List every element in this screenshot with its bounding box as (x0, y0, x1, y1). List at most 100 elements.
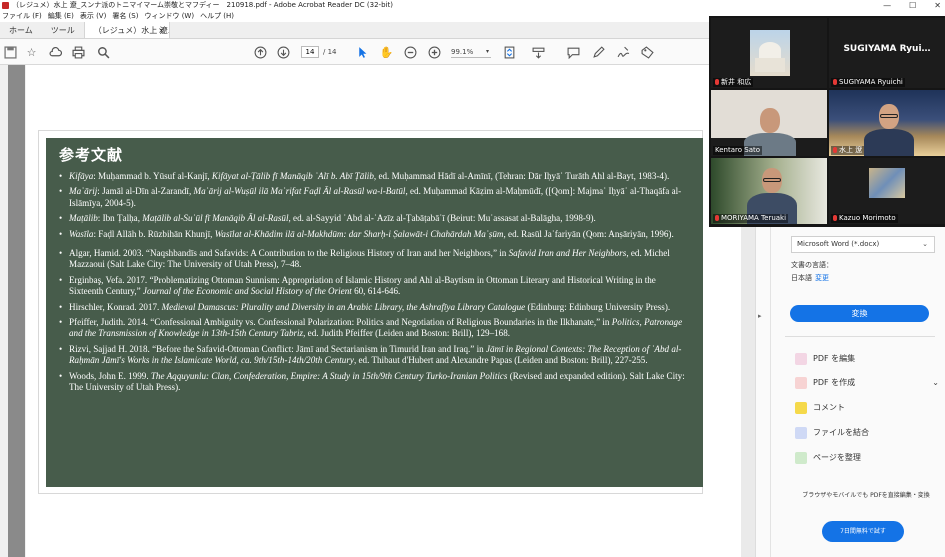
menu-edit[interactable]: 編集 (E) (48, 11, 74, 22)
document-language-label: 文書の言語： (791, 261, 833, 269)
participant-glasses (763, 178, 781, 182)
tab-close-icon[interactable]: × (158, 22, 165, 38)
participant-name-label: Kentaro Sato (713, 146, 763, 155)
reference-part: Rizvi, Sajjad H. 2018. “Before the Safav… (69, 343, 486, 354)
document-viewer[interactable]: 参考文献 Kifāya: Muḥammad b. Yūsuf al-Kanjī,… (0, 65, 755, 557)
tool-create-pdf[interactable]: PDF を作成 ⌄ (795, 376, 945, 390)
search-icon[interactable] (96, 45, 111, 59)
document-language-value: 日本語 (791, 274, 812, 282)
page-down-icon[interactable] (276, 45, 291, 59)
menu-sign[interactable]: 署名 (S) (112, 11, 138, 22)
zoom-gallery-overlay[interactable]: 新井 和広 SUGIYAMA Ryui… SUGIYAMA Ryuichi Ke… (709, 16, 945, 227)
viewer-left-gutter (8, 65, 25, 557)
participant-tile-arai[interactable]: 新井 和広 (711, 18, 827, 88)
page-number-input[interactable]: 14 (301, 46, 319, 58)
tool-create-pdf-label: PDF を作成 (813, 378, 856, 387)
participant-name-label: MORIYAMA Teruaki (713, 214, 789, 223)
reference-part: Maṭālib al-Suʾūl fī Manāqib Āl al-Rasūl (142, 213, 289, 224)
maximize-button[interactable]: ☐ (909, 0, 916, 11)
convert-format-value: Microsoft Word (*.docx) (797, 240, 880, 248)
reference-part: Safavid Iran and Her Neighbors (508, 248, 627, 259)
tab-document[interactable]: （レジュメ）水上 遼… × (83, 22, 170, 38)
document-language: 日本語 変更 (791, 273, 829, 283)
comment-icon[interactable] (566, 45, 581, 59)
reference-item: Maṭālib: Ibn Ṭalḥa, Maṭālib al-Suʾūl fī … (58, 213, 691, 225)
highlight-pen-icon[interactable] (591, 45, 606, 59)
menu-window[interactable]: ウィンドウ (W) (144, 11, 194, 22)
reference-part: : Muḥammad b. Yūsuf al-Kanjī, (93, 171, 212, 181)
comment-tool-icon (795, 402, 807, 414)
hand-tool-icon[interactable]: ✋ (379, 45, 394, 59)
reference-part: , ed. Muḥammad Hādī al-Amīnī, (Tehran: D… (373, 171, 670, 181)
reference-part: , ed. Judith Pfeiffer (Leiden and Boston… (303, 328, 511, 339)
free-trial-button[interactable]: 7日間無料で試す (822, 521, 904, 542)
tool-organize-pages[interactable]: ページを整理 (795, 451, 945, 465)
reference-part: Kifāyat al-Ṭālib fī Manāqib ʿAlī b. Abī … (211, 171, 374, 181)
participant-tile-sugiyama[interactable]: SUGIYAMA Ryui… SUGIYAMA Ryuichi (829, 18, 945, 88)
zoom-out-icon[interactable] (403, 45, 418, 59)
reference-item: Hirschler, Konrad. 2017. Medieval Damasc… (58, 302, 691, 314)
bibliography-slide: 参考文献 Kifāya: Muḥammad b. Yūsuf al-Kanjī,… (46, 138, 703, 487)
page-up-icon[interactable] (253, 45, 268, 59)
menu-file[interactable]: ファイル (F) (2, 11, 42, 22)
tool-edit-pdf[interactable]: PDF を編集 (795, 352, 945, 366)
sign-icon[interactable] (616, 45, 631, 59)
reference-item: Wasīla: Faḍl Allāh b. Rūzbihān Khunjī, W… (58, 228, 691, 241)
chevron-down-icon[interactable]: ⌄ (932, 376, 939, 390)
close-window-button[interactable]: ✕ (934, 0, 941, 11)
reference-part: : Faḍl Allāh b. Rūzbihān Khunjī, (93, 228, 215, 239)
reference-item: Erginbaş, Vefa. 2017. “Problematizing Ot… (58, 275, 691, 298)
reference-item: Woods, John E. 1999. The Aqquyunlu: Clan… (58, 371, 691, 394)
muted-mic-icon (715, 215, 719, 221)
zoom-level-select[interactable]: 99.1% ▾ (451, 46, 491, 58)
minimize-button[interactable]: — (883, 0, 891, 11)
tab-tools[interactable]: ツール (42, 22, 84, 38)
zoom-in-icon[interactable] (427, 45, 442, 59)
chevron-down-icon: ⌄ (922, 240, 928, 248)
participant-avatar-picture (869, 168, 905, 198)
reference-part: Algar, Hamid. 2003. “Naqshbandīs and Saf… (69, 248, 509, 259)
participant-name-label: SUGIYAMA Ryuichi (831, 78, 905, 87)
menu-help[interactable]: ヘルプ (H) (200, 11, 234, 22)
participant-tile-sato[interactable]: Kentaro Sato (711, 90, 827, 156)
slide-title: 参考文献 (59, 146, 124, 164)
convert-button[interactable]: 変換 (790, 305, 929, 322)
reference-part: Maṭālib (69, 213, 98, 224)
reference-part: , ed. Thibaut d'Hubert and Alexandre Pap… (353, 355, 648, 366)
pdf-page: 参考文献 Kifāya: Muḥammad b. Yūsuf al-Kanjī,… (26, 65, 741, 557)
reference-part: The Aqquyunlu: Clan, Confederation, Empi… (150, 370, 508, 381)
organize-pages-icon (795, 452, 807, 464)
tab-home[interactable]: ホーム (0, 22, 42, 38)
participant-tile-moriyama[interactable]: MORIYAMA Teruaki (711, 158, 827, 224)
tool-combine-files[interactable]: ファイルを結合 (795, 426, 945, 440)
change-language-link[interactable]: 変更 (815, 274, 829, 282)
reference-part: , ed. Rasūl Jaʿfariyān (Qom: Anṣāriyān, … (503, 228, 674, 239)
participant-name-label: 新井 和広 (713, 78, 754, 87)
participant-name-label: Kazuo Morimoto (831, 214, 898, 223)
stamp-tag-icon[interactable] (640, 45, 655, 59)
select-cursor-icon[interactable] (355, 45, 370, 59)
participant-tile-morimoto[interactable]: Kazuo Morimoto (829, 158, 945, 224)
reference-item: Pfeiffer, Judith. 2014. “Confessional Am… (58, 317, 691, 340)
fit-page-icon[interactable] (502, 45, 517, 59)
cloud-upload-icon[interactable] (48, 45, 63, 59)
reference-part: Pfeiffer, Judith. 2014. “Confessional Am… (69, 317, 612, 328)
participant-display-name: SUGIYAMA Ryui… (843, 44, 931, 54)
create-pdf-icon (795, 377, 807, 389)
zoom-level-value: 99.1% (451, 48, 474, 56)
acrobat-app-icon (2, 2, 9, 9)
reference-part: : Jamāl al-Dīn al-Zarandī, (97, 186, 194, 197)
pane-collapse-icon[interactable]: ▸ (758, 312, 762, 320)
tool-comment[interactable]: コメント (795, 401, 945, 415)
save-icon[interactable] (3, 45, 18, 59)
muted-mic-icon (715, 79, 719, 85)
convert-format-select[interactable]: Microsoft Word (*.docx) ⌄ (791, 236, 935, 253)
window-controls: — ☐ ✕ (883, 0, 941, 11)
bookmark-star-icon[interactable]: ☆ (24, 45, 39, 59)
participant-tile-mizukami[interactable]: 水上 遼 (829, 90, 945, 156)
scroll-mode-icon[interactable] (531, 45, 546, 59)
tool-organize-pages-label: ページを整理 (813, 453, 861, 462)
print-icon[interactable] (71, 45, 86, 59)
participant-face (760, 108, 780, 133)
menu-view[interactable]: 表示 (V) (80, 11, 106, 22)
